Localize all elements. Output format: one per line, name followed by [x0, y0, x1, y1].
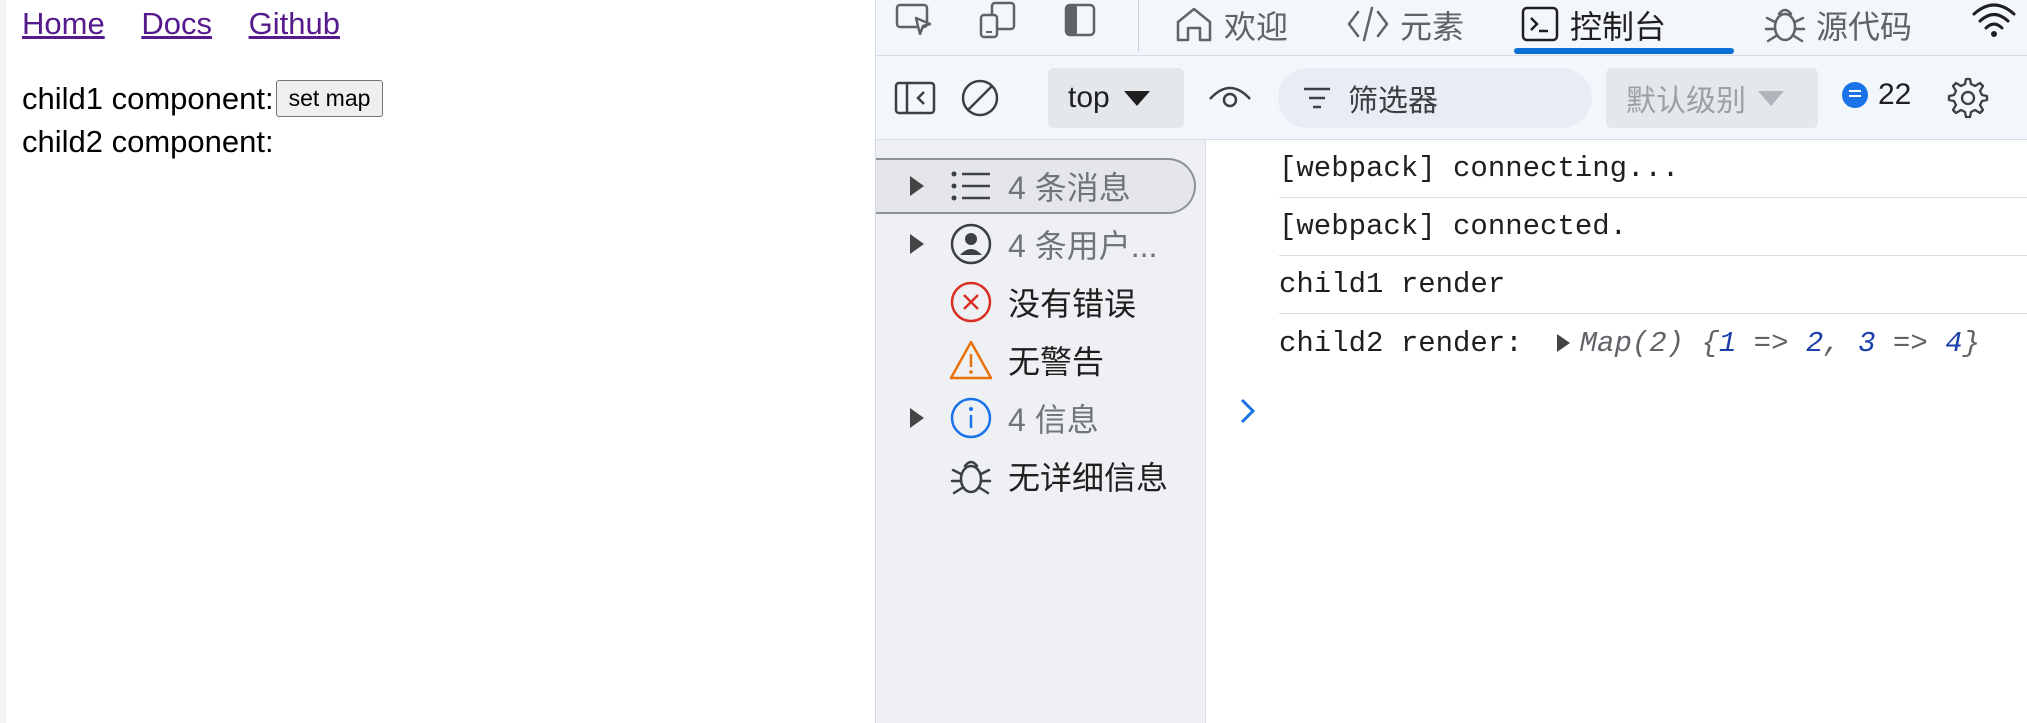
- console-message-text: child1 render: [1279, 268, 1506, 301]
- console-message[interactable]: [webpack] connected.: [1279, 198, 2027, 256]
- list-icon: [948, 163, 994, 209]
- bug-icon: [948, 453, 994, 499]
- filter-placeholder: 筛选器: [1348, 85, 1438, 118]
- log-level-select[interactable]: 默认级别: [1606, 68, 1818, 128]
- tab-welcome-label: 欢迎: [1224, 9, 1289, 45]
- active-tab-indicator: [1514, 48, 1734, 54]
- sidebar-item-messages-label: 4 条消息: [1008, 170, 1131, 206]
- live-expression-eye-icon[interactable]: [1204, 76, 1256, 120]
- console-message-text: [webpack] connected.: [1279, 210, 1628, 243]
- code-brackets-icon: [1347, 6, 1389, 42]
- console-message-text: child2 render:: [1279, 326, 1523, 360]
- sidebar-item-errors[interactable]: 没有错误: [876, 274, 1196, 330]
- tab-sources-label: 源代码: [1816, 9, 1913, 45]
- tab-elements-label: 元素: [1400, 9, 1465, 45]
- set-map-button[interactable]: set map: [275, 80, 384, 117]
- child2-label: child2 component:: [22, 124, 274, 159]
- devtools-panel: 欢迎 元素 控制台 源代码 top 筛选器 默认级别 22 4 条消息 4 条用…: [875, 0, 2027, 723]
- sidebar-item-messages[interactable]: 4 条消息: [876, 158, 1196, 214]
- dock-side-icon[interactable]: [1052, 0, 1108, 40]
- console-icon: [1521, 6, 1559, 42]
- sidebar-item-errors-label: 没有错误: [1008, 286, 1137, 322]
- chevron-down-icon: [1758, 90, 1784, 106]
- log-level-value: 默认级别: [1626, 85, 1746, 118]
- issues-message-icon: [1842, 82, 1868, 108]
- info-icon: [948, 395, 994, 441]
- network-wifi-icon[interactable]: [1966, 0, 2022, 40]
- sidebar-item-info-label: 4 信息: [1008, 402, 1099, 438]
- sidebar-item-verbose[interactable]: 无详细信息: [876, 448, 1196, 504]
- inspect-element-icon[interactable]: [886, 0, 942, 40]
- tab-welcome[interactable]: 欢迎: [1174, 0, 1288, 54]
- warning-icon: [948, 337, 994, 383]
- tab-console[interactable]: 控制台: [1520, 0, 1666, 54]
- toggle-sidebar-icon[interactable]: [892, 76, 938, 120]
- console-prompt-chevron-icon[interactable]: [1238, 396, 1258, 431]
- devtools-tabbar: 欢迎 元素 控制台 源代码: [876, 0, 2027, 56]
- expand-arrow-icon[interactable]: [910, 234, 924, 254]
- bug-icon: [1764, 8, 1806, 43]
- console-message[interactable]: child2 render: Map(2) {1 => 2, 3 => 4}: [1279, 314, 2027, 372]
- console-message[interactable]: [webpack] connecting...: [1279, 140, 2027, 198]
- user-icon: [948, 221, 994, 267]
- console-message-text: [webpack] connecting...: [1279, 152, 1680, 185]
- map-preview[interactable]: Map(2) {1 => 2, 3 => 4}: [1580, 327, 1980, 360]
- page-viewport: Home Docs Github child1 component: set ma…: [0, 0, 875, 723]
- chevron-down-icon: [1123, 90, 1150, 106]
- sidebar-item-user-messages[interactable]: 4 条用户...: [876, 216, 1196, 272]
- settings-gear-icon[interactable]: [1944, 74, 1992, 122]
- sidebar-item-verbose-label: 无详细信息: [1008, 460, 1169, 496]
- filter-input[interactable]: 筛选器: [1278, 68, 1592, 128]
- error-icon: [948, 279, 994, 325]
- nav-link-home[interactable]: Home: [22, 6, 105, 41]
- issues-counter[interactable]: 22: [1842, 78, 1911, 112]
- tab-console-label: 控制台: [1570, 9, 1667, 45]
- expand-arrow-icon[interactable]: [910, 176, 924, 196]
- context-select[interactable]: top: [1048, 68, 1184, 128]
- tab-elements[interactable]: 元素: [1346, 0, 1464, 54]
- console-sidebar: 4 条消息 4 条用户... 没有错误 无警告 4 信息 无详细信息: [876, 140, 1206, 723]
- sidebar-item-info[interactable]: 4 信息: [876, 390, 1196, 446]
- page-nav: Home Docs Github: [22, 6, 368, 42]
- issues-count: 22: [1878, 78, 1912, 111]
- expand-arrow-icon[interactable]: [910, 408, 924, 428]
- nav-link-docs[interactable]: Docs: [141, 6, 212, 41]
- context-select-value: top: [1068, 81, 1110, 114]
- filter-icon: [1304, 87, 1330, 109]
- child1-row: child1 component: set map: [22, 80, 384, 117]
- nav-link-github[interactable]: Github: [249, 6, 340, 41]
- child2-row: child2 component:: [22, 124, 274, 160]
- console-output: [webpack] connecting... [webpack] connec…: [1206, 140, 2027, 723]
- console-toolbar: top 筛选器 默认级别 22: [876, 56, 2027, 140]
- sidebar-item-warnings[interactable]: 无警告: [876, 332, 1196, 388]
- expand-map-arrow-icon[interactable]: [1556, 334, 1570, 352]
- tabbar-divider: [1138, 0, 1139, 52]
- sidebar-item-warnings-label: 无警告: [1008, 344, 1105, 380]
- tab-sources[interactable]: 源代码: [1764, 0, 1912, 54]
- sidebar-item-user-messages-label: 4 条用户...: [1008, 228, 1158, 264]
- child1-label: child1 component:: [22, 81, 274, 116]
- clear-console-icon[interactable]: [958, 76, 1002, 120]
- device-emulation-icon[interactable]: [970, 0, 1026, 40]
- console-message[interactable]: child1 render: [1279, 256, 2027, 314]
- home-icon: [1176, 7, 1212, 42]
